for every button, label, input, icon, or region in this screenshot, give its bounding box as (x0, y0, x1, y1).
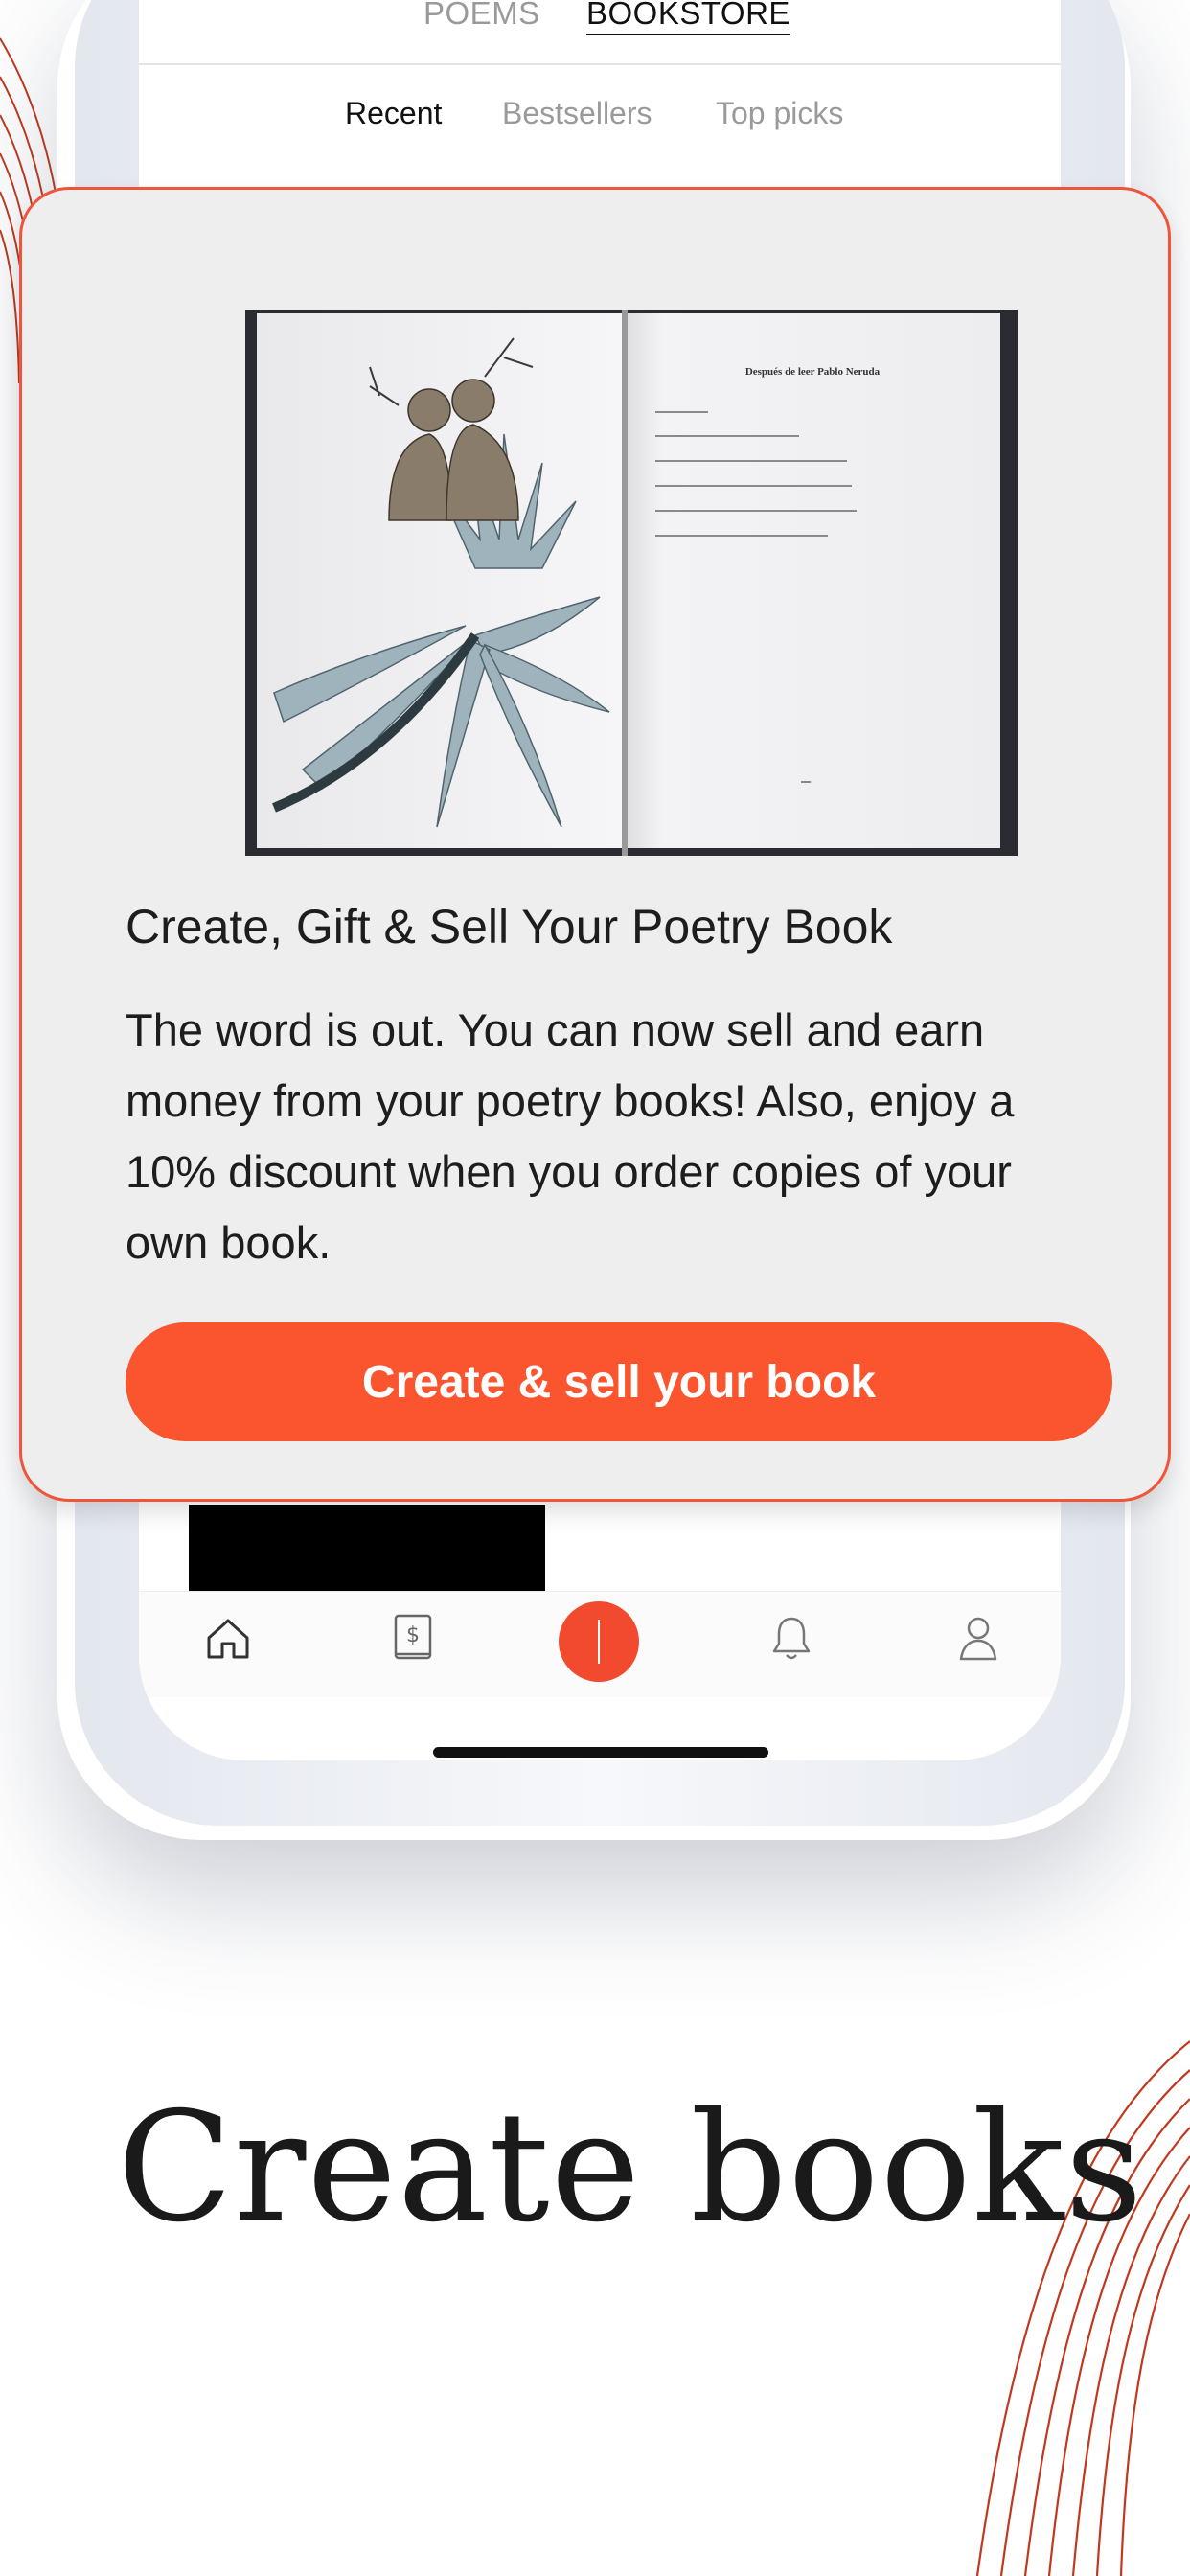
tab-bookstore[interactable]: BOOKSTORE (586, 0, 790, 35)
home-indicator (433, 1747, 768, 1758)
subtab-bestsellers[interactable]: Bestsellers (502, 96, 652, 131)
sub-tabs: Recent Bestsellers Top picks (139, 96, 1061, 144)
open-poetry-book-image: Después de leer Pablo Neruda (245, 310, 1018, 856)
compose-icon[interactable] (559, 1601, 639, 1682)
subtab-recent[interactable]: Recent (345, 96, 442, 131)
marketing-headline: Create books (117, 2080, 1144, 2256)
subtab-top-picks[interactable]: Top picks (716, 96, 843, 131)
promo-card-title: Create, Gift & Sell Your Poetry Book (126, 900, 893, 954)
promo-card-body: The word is out. You can now sell and ea… (126, 1004, 1015, 1268)
dollar-book-icon[interactable]: $ (384, 1609, 442, 1667)
promo-card: Después de leer Pablo Neruda Create, Gif… (19, 187, 1171, 1502)
bottom-tab-bar: $ (139, 1591, 1061, 1697)
home-icon[interactable] (199, 1609, 257, 1667)
bell-icon[interactable] (763, 1609, 820, 1667)
top-tabs: POEMS BOOKSTORE (139, 0, 1061, 65)
book-page-heading: Después de leer Pablo Neruda (745, 366, 881, 378)
tab-poems[interactable]: POEMS (423, 0, 540, 32)
content-thumbnail (189, 1505, 545, 1600)
create-sell-book-button[interactable]: Create & sell your book (126, 1322, 1112, 1441)
profile-icon[interactable] (950, 1609, 1007, 1667)
svg-text:$: $ (406, 1623, 420, 1647)
